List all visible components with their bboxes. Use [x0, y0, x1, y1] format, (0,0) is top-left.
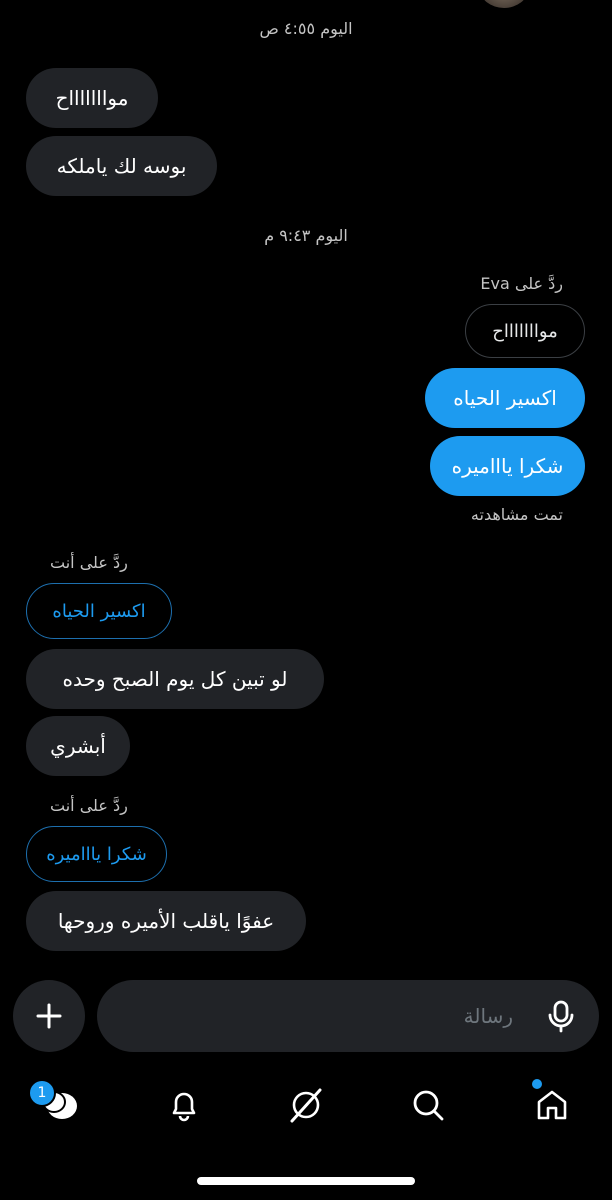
- incoming-message[interactable]: عفوًا ياقلب الأميره وروحها: [26, 891, 306, 951]
- message-placeholder: رسالة: [463, 1004, 513, 1028]
- search-tab[interactable]: [408, 1085, 448, 1125]
- contact-avatar[interactable]: [480, 0, 528, 8]
- reply-context-label: ردَّ على أنت: [50, 553, 128, 572]
- message-input[interactable]: رسالة: [97, 980, 599, 1052]
- home-indicator[interactable]: [197, 1177, 415, 1185]
- home-notification-dot: [532, 1079, 542, 1089]
- seen-status: تمت مشاهدته: [470, 505, 563, 524]
- quoted-message[interactable]: شكرا ياااميره: [26, 826, 167, 882]
- quoted-message[interactable]: اكسير الحياه: [26, 583, 172, 639]
- incoming-message[interactable]: لو تبين كل يوم الصبح وحده: [26, 649, 324, 709]
- quoted-message[interactable]: مواااااااح: [465, 304, 585, 358]
- notifications-tab[interactable]: [164, 1085, 204, 1125]
- microphone-icon[interactable]: [543, 998, 579, 1034]
- incoming-message[interactable]: أبشري: [26, 716, 130, 776]
- grok-tab[interactable]: [286, 1085, 326, 1125]
- incoming-message[interactable]: مواااااااح: [26, 68, 158, 128]
- incoming-message[interactable]: بوسه لك ياملكه: [26, 136, 217, 196]
- home-tab[interactable]: [532, 1085, 572, 1125]
- outgoing-message[interactable]: اكسير الحياه: [425, 368, 585, 428]
- bell-icon: [172, 1092, 196, 1122]
- reply-context-label: ردَّ على Eva: [480, 274, 563, 293]
- add-attachment-button[interactable]: [13, 980, 85, 1052]
- search-icon: [413, 1090, 444, 1121]
- timestamp-divider: اليوم ٤:٥٥ ص: [259, 19, 353, 38]
- home-icon: [537, 1090, 567, 1120]
- outgoing-message[interactable]: شكرا ياااميره: [430, 436, 585, 496]
- reply-context-label: ردَّ على أنت: [50, 796, 128, 815]
- timestamp-divider: اليوم ٩:٤٣ م: [264, 226, 348, 245]
- plus-icon: [36, 1003, 62, 1029]
- unread-badge: 1: [28, 1079, 56, 1107]
- grok-icon: [290, 1088, 322, 1123]
